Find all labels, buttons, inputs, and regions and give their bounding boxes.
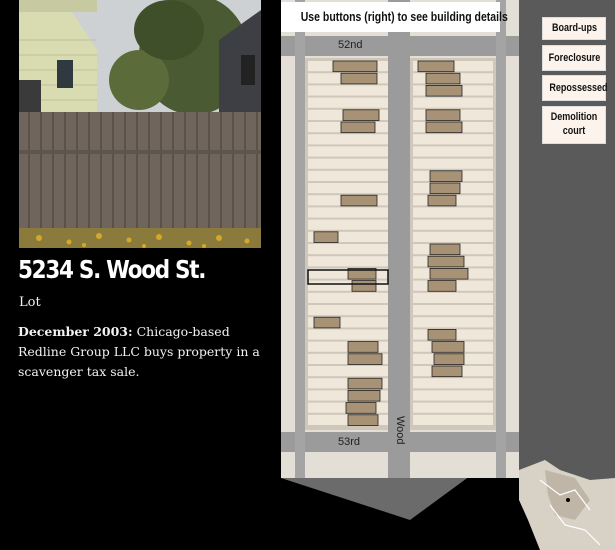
map-instruction-text: Use buttons (right) to see building deta…: [300, 10, 508, 24]
lot-parcel: [308, 219, 388, 230]
board-ups-button[interactable]: Board-ups: [542, 17, 606, 40]
building-footprint: [313, 316, 341, 329]
building-footprint: [340, 121, 376, 134]
lot-parcel: [308, 329, 388, 340]
building-footprint: [417, 60, 455, 73]
building-footprint: [347, 389, 381, 402]
lot-parcel: [308, 244, 388, 255]
building-footprint: [431, 341, 465, 353]
building-footprint: [347, 353, 383, 365]
map-instruction-banner: Use buttons (right) to see building deta…: [281, 2, 508, 32]
lot-parcel: [308, 146, 388, 157]
street-label-52nd: 52nd: [338, 39, 363, 51]
lot-parcel: [308, 97, 388, 108]
lot-parcel: [413, 292, 493, 303]
building-footprint: [347, 377, 383, 390]
lot-parcel: [413, 97, 493, 108]
building-footprint: [340, 194, 378, 207]
building-footprint: [429, 243, 461, 256]
building-footprint: [425, 109, 461, 121]
lot-parcel: [308, 256, 388, 267]
building-footprint: [345, 402, 377, 414]
lot-parcel: [308, 292, 388, 303]
building-footprint: [342, 109, 380, 121]
lot-parcel: [413, 402, 493, 413]
lot-parcel: [308, 134, 388, 145]
lot-parcel: [308, 305, 388, 316]
building-footprint: [425, 121, 463, 134]
lot-parcel: [413, 414, 493, 425]
building-footprint: [427, 280, 457, 292]
lot-parcel: [413, 207, 493, 218]
building-footprint: [433, 353, 465, 365]
lot-parcel: [308, 207, 388, 218]
building-footprint: [313, 231, 339, 243]
lot-parcel: [413, 158, 493, 169]
alley-east: [496, 0, 506, 478]
building-footprint: [340, 72, 378, 85]
repossessed-label: Repossessed: [549, 82, 608, 94]
building-footprint: [351, 280, 377, 292]
lot-parcel: [308, 366, 388, 377]
building-footprint: [425, 85, 463, 97]
lot-parcel: [413, 317, 493, 328]
demolition-court-label: Demolition court: [550, 111, 598, 137]
lot-parcel: [308, 183, 388, 194]
lot-parcel: [308, 170, 388, 181]
building-footprint: [429, 182, 461, 195]
lot-parcel: [413, 305, 493, 316]
building-footprint: [429, 170, 463, 182]
lot-parcel: [308, 158, 388, 169]
street-wood: [388, 0, 410, 478]
repossessed-button[interactable]: Repossessed: [542, 75, 608, 101]
building-footprint: [431, 365, 463, 378]
demolition-court-button[interactable]: Demolition court: [542, 106, 606, 144]
alley-west: [295, 0, 305, 478]
board-ups-label: Board-ups: [551, 22, 597, 34]
street-label-53rd: 53rd: [338, 436, 361, 448]
foreclosure-label: Foreclosure: [548, 52, 601, 64]
lot-parcel: [413, 378, 493, 389]
building-footprint: [427, 255, 465, 268]
lot-parcel: [413, 134, 493, 145]
building-footprint: [429, 267, 469, 280]
lot-parcel: [413, 231, 493, 242]
block-map: Use buttons (right) to see building deta…: [0, 0, 615, 550]
lot-parcel: [413, 146, 493, 157]
building-footprint: [347, 341, 379, 353]
building-footprint: [427, 328, 457, 341]
building-footprint: [425, 72, 461, 85]
building-footprint: [427, 194, 457, 207]
lot-parcel: [413, 219, 493, 230]
foreclosure-button[interactable]: Foreclosure: [542, 45, 606, 71]
street-label-wood: Wood: [394, 416, 406, 445]
building-footprint: [347, 414, 379, 426]
block-map-graphic: [281, 0, 615, 550]
lot-parcel: [308, 85, 388, 96]
building-footprint: [332, 60, 378, 73]
lot-parcel: [413, 390, 493, 401]
